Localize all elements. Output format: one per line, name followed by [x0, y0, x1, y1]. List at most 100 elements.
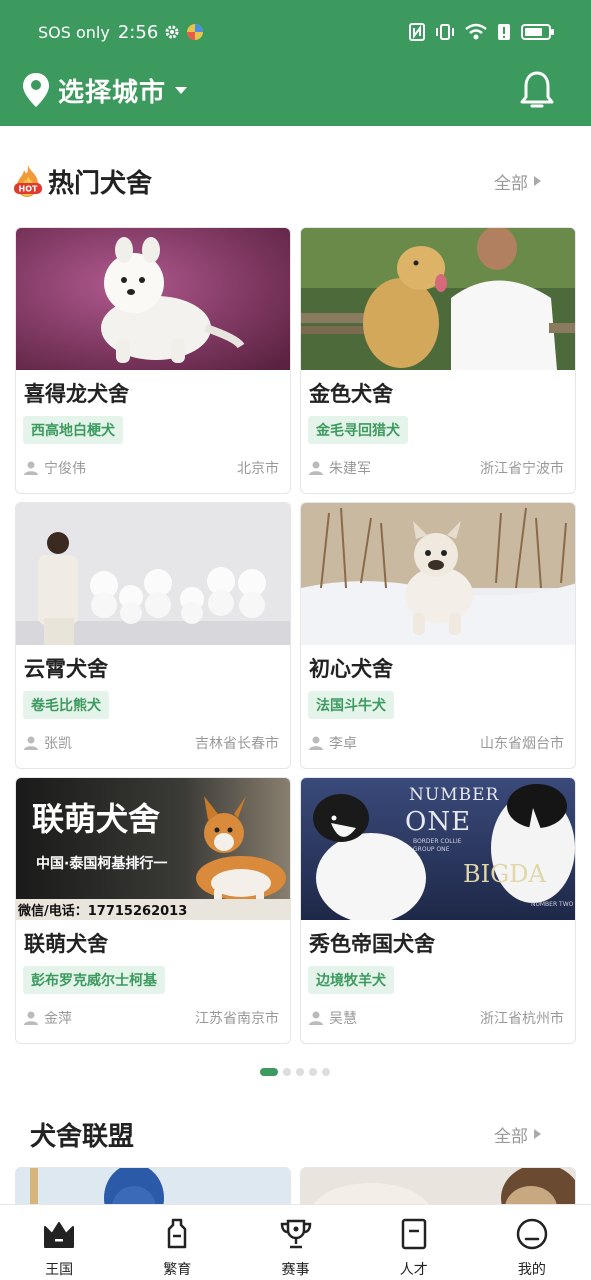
pager-dot-active[interactable]	[260, 1068, 278, 1076]
collie-banner-brand: BIGDA	[463, 860, 547, 888]
alliance-title: 犬舍联盟	[30, 1121, 135, 1152]
crown-icon	[44, 1222, 75, 1248]
dropdown-caret-icon	[175, 87, 188, 94]
owner-name: 宁俊伟	[44, 461, 86, 477]
network-status: SOS only	[38, 22, 110, 42]
hot-kennels-header: HOT 热门犬舍 全部	[0, 156, 591, 206]
owner-name: 李卓	[329, 736, 357, 752]
corgi-banner-subtitle: 中国·泰国柯基排行一	[36, 855, 167, 872]
kennel-name: 金色犬舍	[309, 382, 393, 406]
carousel-pager[interactable]	[260, 1068, 330, 1076]
tab-kingdom[interactable]: 王国	[0, 1205, 118, 1280]
alliance-card[interactable]	[300, 1167, 576, 1204]
breed-tag: 金毛寻回猎犬	[308, 416, 408, 444]
alliance-card[interactable]	[15, 1167, 291, 1204]
hot-kennels-see-all[interactable]: 全部	[494, 169, 541, 194]
kennel-photo-border-collie: NUMBER ONE BORDER COLLIE GROUP ONE BIGDA…	[301, 778, 575, 920]
svg-text:GROUP ONE: GROUP ONE	[413, 846, 450, 853]
kennel-photo-frenchie	[301, 503, 575, 645]
app-icon	[187, 24, 204, 40]
pager-dot[interactable]	[309, 1068, 317, 1076]
owner-name: 吴慧	[329, 1011, 357, 1027]
breed-tag: 法国斗牛犬	[308, 691, 394, 719]
hot-kennels-title: 热门犬舍	[48, 168, 153, 199]
wifi-icon	[465, 23, 487, 40]
kennel-city: 山东省烟台市	[480, 736, 564, 752]
kennel-photo-corgi: 联萌犬舍 中国·泰国柯基排行一 微信/电话：17715262013	[16, 778, 290, 920]
kennel-city: 北京市	[237, 461, 279, 477]
alliance-see-all[interactable]: 全部	[494, 1122, 541, 1147]
kennel-city: 浙江省宁波市	[480, 461, 564, 477]
person-icon	[309, 1011, 323, 1025]
kennel-name: 云霄犬舍	[24, 657, 108, 681]
person-icon	[24, 1011, 38, 1025]
pager-dot[interactable]	[322, 1068, 330, 1076]
tab-label: 人才	[399, 1262, 428, 1278]
tab-label: 我的	[517, 1262, 546, 1278]
pager-dot[interactable]	[296, 1068, 304, 1076]
person-icon	[309, 461, 323, 475]
kennel-card[interactable]: 金色犬舍 金毛寻回猎犬 朱建军 浙江省宁波市	[300, 227, 576, 494]
kennel-photo-golden	[301, 228, 575, 370]
chevron-right-icon	[534, 176, 541, 186]
hot-kennels-grid: 喜得龙犬舍 西高地白梗犬 宁俊伟 北京市 金色犬舍 金毛寻回猎犬 朱建军 浙江省…	[15, 227, 576, 1044]
corgi-banner-contact: 微信/电话：17715262013	[17, 903, 187, 919]
alliance-row	[15, 1167, 576, 1204]
see-all-label: 全部	[494, 1126, 528, 1147]
kennel-photo-bichon	[16, 503, 290, 645]
alliance-header: 犬舍联盟 全部	[0, 1109, 591, 1159]
tab-breeding[interactable]: 繁育	[118, 1205, 236, 1280]
hot-badge-text: HOT	[19, 185, 38, 194]
kennel-card[interactable]: 初心犬舍 法国斗牛犬 李卓 山东省烟台市	[300, 502, 576, 769]
corgi-banner-title: 联萌犬舍	[32, 800, 160, 838]
tab-label: 王国	[45, 1262, 74, 1278]
nfc-icon	[409, 23, 425, 41]
breed-tag: 卷毛比熊犬	[23, 691, 109, 719]
collie-banner-number: NUMBER	[409, 785, 500, 805]
status-bar: SOS only 2:56	[0, 0, 591, 64]
kennel-name: 喜得龙犬舍	[24, 382, 129, 406]
kennel-city: 浙江省杭州市	[480, 1011, 564, 1027]
gear-icon	[165, 25, 179, 39]
tab-events[interactable]: 赛事	[236, 1205, 354, 1280]
bell-icon[interactable]	[519, 70, 555, 110]
see-all-label: 全部	[494, 173, 528, 194]
person-icon	[24, 461, 38, 475]
profile-face-icon	[516, 1218, 548, 1250]
kennel-card[interactable]: 联萌犬舍 中国·泰国柯基排行一 微信/电话：17715262013 联萌犬舍 彭…	[15, 777, 291, 1044]
bottle-icon	[168, 1218, 187, 1249]
person-icon	[309, 736, 323, 750]
kennel-name: 联萌犬舍	[24, 932, 108, 956]
tab-talent[interactable]: 人才	[355, 1205, 473, 1280]
kennel-name: 初心犬舍	[309, 657, 393, 681]
breed-tag: 彭布罗克威尔士柯基	[23, 966, 165, 994]
clock: 2:56	[117, 21, 159, 43]
owner-name: 朱建军	[329, 461, 371, 477]
alert-icon	[498, 24, 510, 40]
chevron-right-icon	[534, 1129, 541, 1139]
breed-tag: 西高地白梗犬	[23, 416, 123, 444]
tab-label: 繁育	[163, 1262, 192, 1278]
owner-name: 张凯	[44, 736, 72, 752]
document-icon	[401, 1218, 426, 1250]
tab-mine[interactable]: 我的	[473, 1205, 591, 1280]
city-label: 选择城市	[58, 77, 167, 108]
kennel-city: 吉林省长春市	[195, 736, 279, 752]
kennel-name: 秀色帝国犬舍	[309, 932, 435, 956]
collie-banner-number-two: NUMBER TWO	[531, 901, 574, 908]
kennel-card[interactable]: 云霄犬舍 卷毛比熊犬 张凯 吉林省长春市	[15, 502, 291, 769]
pager-dot[interactable]	[283, 1068, 291, 1076]
kennel-card[interactable]: NUMBER ONE BORDER COLLIE GROUP ONE BIGDA…	[300, 777, 576, 1044]
city-selector[interactable]: 选择城市	[22, 68, 188, 112]
bottom-tab-bar: 王国 繁育 赛事 人才 我的	[0, 1204, 591, 1280]
main-content[interactable]: HOT 热门犬舍 全部 喜得龙犬舍 西高地白梗犬 宁俊伟 北京市 金色犬舍 金毛…	[0, 126, 591, 1204]
owner-name: 金萍	[44, 1011, 72, 1027]
app-header: SOS only 2:56 选择城市	[0, 0, 591, 126]
battery-icon	[521, 24, 554, 40]
kennel-photo-westie	[16, 228, 290, 370]
kennel-city: 江苏省南京市	[195, 1011, 279, 1027]
collie-banner-group: BORDER COLLIE	[413, 838, 462, 845]
tab-label: 赛事	[281, 1262, 310, 1278]
location-pin-icon	[23, 73, 49, 107]
kennel-card[interactable]: 喜得龙犬舍 西高地白梗犬 宁俊伟 北京市	[15, 227, 291, 494]
